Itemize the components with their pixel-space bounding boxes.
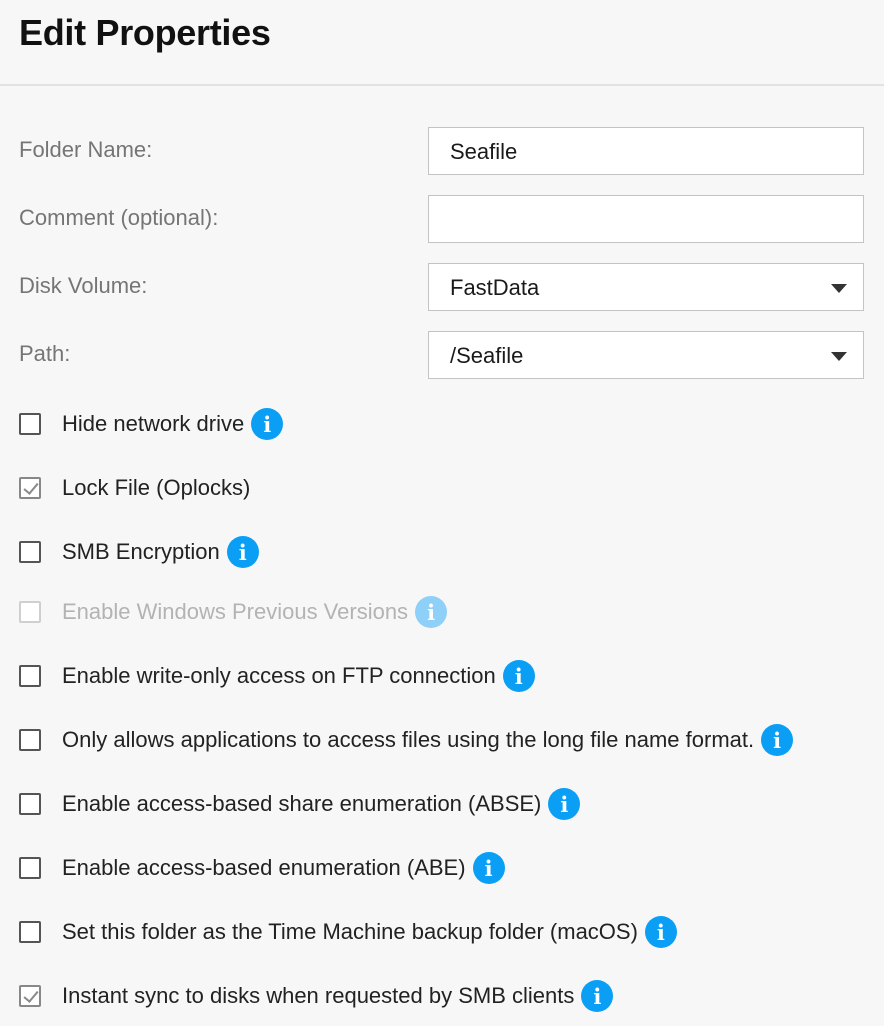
option-time-machine[interactable]: Set this folder as the Time Machine back… (19, 915, 677, 949)
time-machine-checkbox[interactable] (19, 921, 41, 943)
option-windows-previous-versions: Enable Windows Previous Versions i (19, 595, 448, 629)
lock-file-label: Lock File (Oplocks) (62, 475, 251, 500)
long-file-name-checkbox[interactable] (19, 729, 41, 751)
info-icon[interactable]: i (644, 916, 677, 948)
abe-label: Enable access-based enumeration (ABE) (62, 855, 466, 880)
info-icon[interactable]: i (415, 596, 448, 628)
option-ftp-write-only[interactable]: Enable write-only access on FTP connecti… (19, 659, 535, 693)
time-machine-label: Set this folder as the Time Machine back… (62, 919, 638, 944)
info-icon[interactable]: i (472, 852, 505, 884)
windows-previous-versions-checkbox (19, 601, 41, 623)
option-hide-network-drive[interactable]: Hide network drive i (19, 407, 284, 441)
hide-network-drive-checkbox[interactable] (19, 413, 41, 435)
chevron-down-icon (831, 284, 847, 293)
info-icon[interactable]: i (761, 724, 794, 756)
abe-checkbox[interactable] (19, 857, 41, 879)
option-abse[interactable]: Enable access-based share enumeration (A… (19, 787, 581, 821)
smb-encryption-checkbox[interactable] (19, 541, 41, 563)
info-icon[interactable]: i (502, 660, 535, 692)
lock-file-checkbox[interactable] (19, 477, 41, 499)
folder-name-value: Seafile (450, 139, 518, 164)
comment-label: Comment (optional): (19, 205, 219, 230)
windows-previous-versions-label: Enable Windows Previous Versions (62, 599, 409, 624)
ftp-write-only-label: Enable write-only access on FTP connecti… (62, 663, 496, 688)
option-abe[interactable]: Enable access-based enumeration (ABE) i (19, 851, 505, 885)
disk-volume-select[interactable]: FastData (428, 263, 864, 311)
option-long-file-name[interactable]: Only allows applications to access files… (19, 723, 794, 757)
info-icon[interactable]: i (548, 788, 581, 820)
header-divider (0, 84, 884, 86)
disk-volume-label: Disk Volume: (19, 273, 148, 298)
hide-network-drive-label: Hide network drive (62, 411, 245, 436)
folder-name-input[interactable]: Seafile (428, 127, 864, 175)
path-select[interactable]: /Seafile (428, 331, 864, 379)
option-smb-encryption[interactable]: SMB Encryption i (19, 535, 259, 569)
instant-sync-label: Instant sync to disks when requested by … (62, 983, 575, 1008)
folder-name-label: Folder Name: (19, 137, 153, 162)
info-icon[interactable]: i (581, 980, 614, 1012)
chevron-down-icon (831, 352, 847, 361)
page-title: Edit Properties (19, 12, 271, 53)
comment-input[interactable] (428, 195, 864, 243)
abse-label: Enable access-based share enumeration (A… (62, 791, 542, 816)
long-file-name-label: Only allows applications to access files… (62, 727, 755, 752)
smb-encryption-label: SMB Encryption (62, 539, 220, 564)
abse-checkbox[interactable] (19, 793, 41, 815)
option-lock-file[interactable]: Lock File (Oplocks) (19, 471, 250, 505)
info-icon[interactable]: i (251, 408, 284, 440)
disk-volume-value: FastData (450, 275, 540, 300)
option-instant-sync[interactable]: Instant sync to disks when requested by … (19, 979, 614, 1013)
info-icon[interactable]: i (226, 536, 259, 568)
path-label: Path: (19, 341, 71, 366)
path-value: /Seafile (450, 343, 524, 368)
ftp-write-only-checkbox[interactable] (19, 665, 41, 687)
instant-sync-checkbox[interactable] (19, 985, 41, 1007)
